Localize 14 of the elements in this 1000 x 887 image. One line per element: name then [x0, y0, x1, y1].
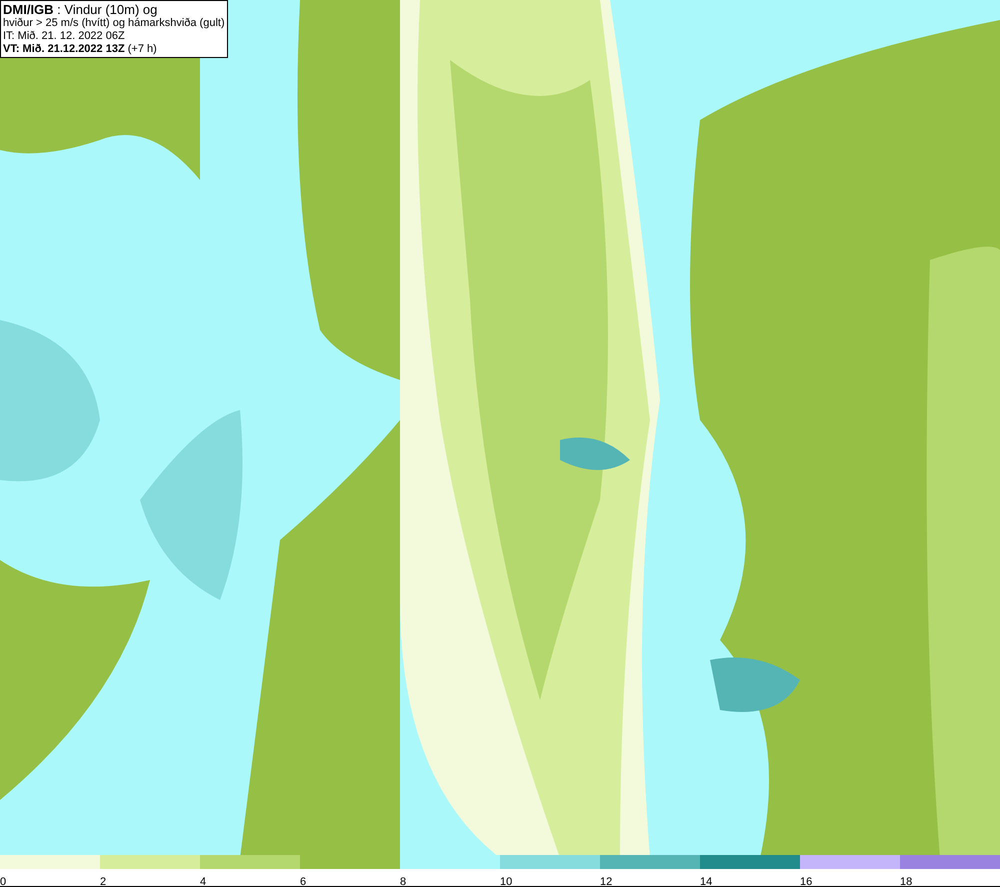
legend-label: 10 — [500, 876, 512, 887]
legend-label: 2 — [100, 876, 106, 887]
title-line: IT: Mið. 21. 12. 2022 06Z — [3, 30, 126, 43]
title-line: hviður > 25 m/s (hvítt) og hámarkshviða (gult) — [3, 17, 225, 30]
legend-label: 16 — [800, 876, 812, 887]
legend-label: 6 — [300, 876, 306, 887]
legend-label: 4 — [200, 876, 206, 887]
legend-label: 12 — [600, 876, 612, 887]
legend-label: 18 — [900, 876, 912, 887]
title-line: DMI/IGB : Vindur (10m) og — [3, 2, 158, 17]
legend-label: 8 — [400, 876, 406, 887]
legend-label: 14 — [700, 876, 712, 887]
title-line: VT: Mið. 21.12.2022 13Z (+7 h) — [3, 43, 158, 56]
legend-label: 0 — [0, 876, 6, 887]
